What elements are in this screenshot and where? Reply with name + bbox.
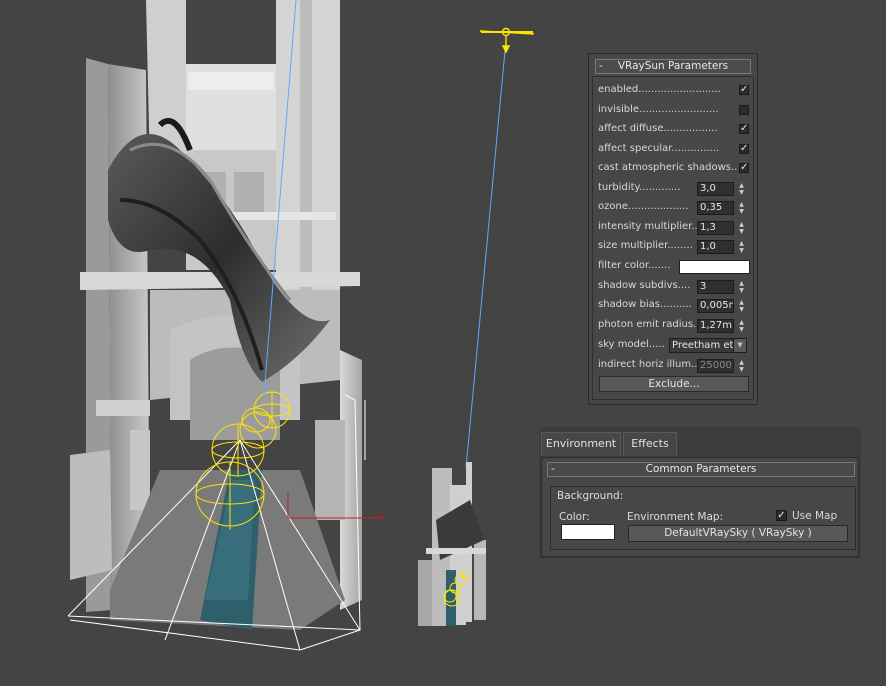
rollout-title: Common Parameters <box>645 463 757 475</box>
ozone-spinner-arrows-icon[interactable]: ▲ ▼ <box>737 201 746 215</box>
chevron-down-icon[interactable]: ▼ <box>733 338 747 353</box>
cast-atmospheric-shadows-checkbox[interactable]: ✓ <box>739 163 749 173</box>
scene-model[interactable] <box>70 0 362 630</box>
photon-emit-radius-label: photon emit radius. <box>598 319 697 330</box>
intensity-multiplier-arrows-icon[interactable]: ▲ ▼ <box>737 221 746 235</box>
shadow-subdivs-spinner[interactable]: 3 <box>697 280 734 294</box>
turbidity-spinner-arrows-icon[interactable]: ▲ ▼ <box>737 182 746 196</box>
common-parameters-rollout-header[interactable]: - Common Parameters <box>547 462 855 477</box>
filter-color-label: filter color....... <box>598 260 671 271</box>
invisible-label: invisible......................... <box>598 104 719 115</box>
background-color-swatch[interactable] <box>561 524 615 540</box>
use-map-checkbox[interactable]: ✓ <box>776 510 787 521</box>
shadow-bias-label: shadow bias.......... <box>598 299 692 310</box>
exclude-button[interactable]: Exclude... <box>599 376 749 392</box>
shadow-subdivs-label: shadow subdivs.... <box>598 280 691 291</box>
environment-tab-content: - Common Parameters <box>541 457 859 557</box>
color-label: Color: <box>559 511 590 523</box>
shadow-bias-arrows-icon[interactable]: ▲ ▼ <box>737 299 746 313</box>
filter-color-swatch[interactable] <box>679 260 750 274</box>
affect-specular-checkbox[interactable]: ✓ <box>739 144 749 154</box>
affect-specular-label: affect specular............... <box>598 143 720 154</box>
tab-environment[interactable]: Environment <box>541 432 621 456</box>
intensity-multiplier-spinner[interactable]: 1,3 <box>697 221 734 235</box>
vraysun-body: enabled.......................... ✓ invi… <box>592 76 754 400</box>
turbidity-spinner[interactable]: 3,0 <box>697 182 734 196</box>
ozone-label: ozone................... <box>598 201 689 212</box>
cast-atmospheric-shadows-label: cast atmospheric shadows.. <box>598 162 738 173</box>
use-map-label: Use Map <box>792 510 838 522</box>
rollout-title: VRaySun Parameters <box>617 60 729 72</box>
indirect-horiz-illum-label: indirect horiz illum.. <box>598 359 698 370</box>
environment-map-button[interactable]: DefaultVRaySky ( VRaySky ) <box>628 525 848 542</box>
enabled-label: enabled.......................... <box>598 84 721 95</box>
size-multiplier-arrows-icon[interactable]: ▲ ▼ <box>737 240 746 254</box>
indirect-horiz-illum-arrows-icon[interactable]: ▲ ▼ <box>737 359 746 373</box>
enabled-checkbox[interactable]: ✓ <box>739 85 749 95</box>
environment-panel: Environment Effects - Common Parameters … <box>539 427 861 559</box>
sky-model-label: sky model..... <box>598 339 665 350</box>
intensity-multiplier-label: intensity multiplier.. <box>598 221 698 232</box>
size-multiplier-label: size multiplier........ <box>598 240 693 251</box>
shadow-bias-spinner[interactable]: 0,005m <box>697 299 734 313</box>
shadow-subdivs-arrows-icon[interactable]: ▲ ▼ <box>737 280 746 294</box>
affect-diffuse-checkbox[interactable]: ✓ <box>739 124 749 134</box>
photon-emit-radius-arrows-icon[interactable]: ▲ ▼ <box>737 319 746 333</box>
background-label: Background: <box>557 490 624 502</box>
tab-effects[interactable]: Effects <box>623 432 677 456</box>
vraysun-parameters-panel: - VRaySun Parameters enabled............… <box>588 53 758 405</box>
turbidity-label: turbidity............. <box>598 182 681 193</box>
affect-diffuse-label: affect diffuse................. <box>598 123 718 134</box>
invisible-checkbox[interactable] <box>739 105 749 115</box>
sky-model-dropdown[interactable]: Preetham et al. <box>669 338 743 353</box>
indirect-horiz-illum-spinner[interactable]: 25000,0 <box>697 359 734 373</box>
svg-text:x: x <box>380 512 385 521</box>
photon-emit-radius-spinner[interactable]: 1,27m <box>697 319 734 333</box>
vraysun-helper-icon[interactable] <box>479 27 535 54</box>
size-multiplier-spinner[interactable]: 1,0 <box>697 240 734 254</box>
environment-map-label: Environment Map: <box>627 511 724 523</box>
small-scene-model[interactable] <box>418 462 486 626</box>
ozone-spinner[interactable]: 0,35 <box>697 201 734 215</box>
vraysun-rollout-header[interactable]: - VRaySun Parameters <box>595 59 751 74</box>
